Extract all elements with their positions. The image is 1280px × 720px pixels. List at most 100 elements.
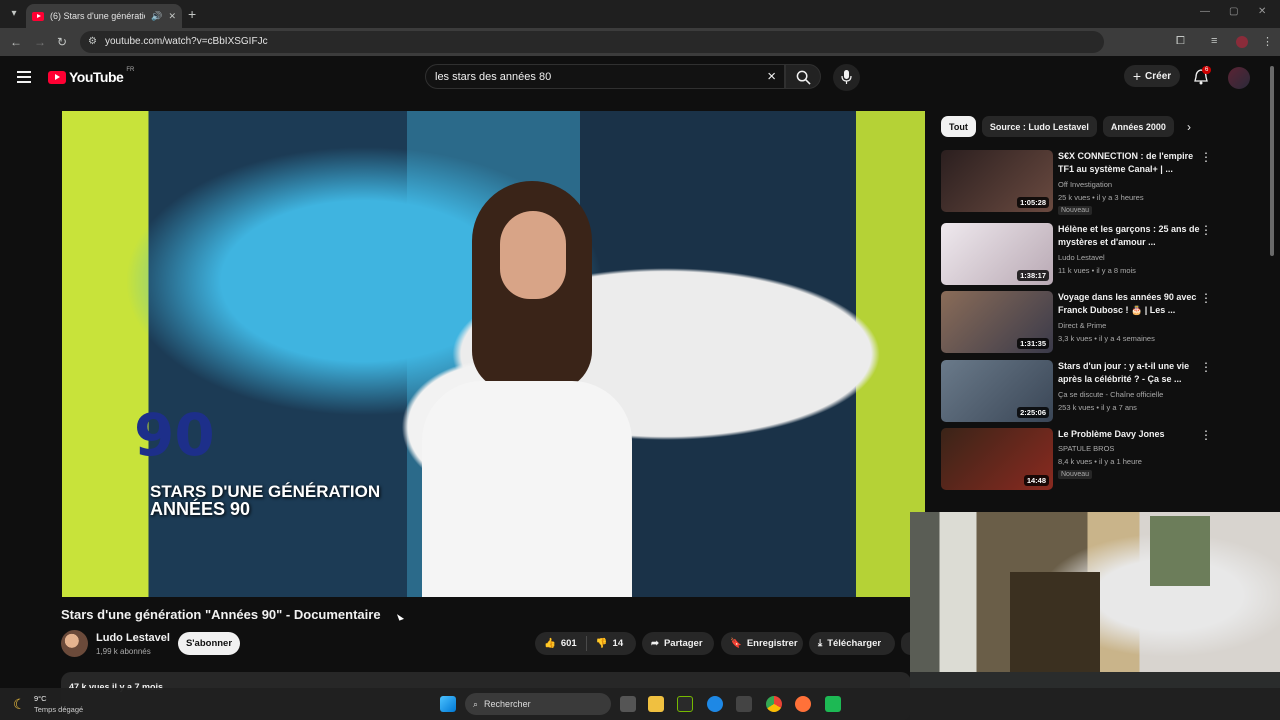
recommendation-meta: 11 k vues • il y a 8 mois xyxy=(1058,266,1136,275)
recommendation-meta: 253 k vues • il y a 7 ans xyxy=(1058,403,1137,412)
recommendation-channel[interactable]: Direct & Prime xyxy=(1058,321,1106,330)
chrome-icon[interactable] xyxy=(766,696,782,712)
site-info-icon[interactable]: ⚙ xyxy=(88,36,97,47)
page-scrollbar[interactable] xyxy=(1270,66,1274,256)
recommendation-channel[interactable]: Off Investigation xyxy=(1058,180,1112,189)
chip-source[interactable]: Source : Ludo Lestavel xyxy=(981,116,1097,137)
recommendation-item[interactable]: 1:38:17 Hélène et les garçons : 25 ans d… xyxy=(941,223,1212,285)
voice-search-button[interactable] xyxy=(833,64,860,91)
minimize-icon[interactable]: — xyxy=(1200,6,1210,17)
recommendation-item[interactable]: 1:31:35 Voyage dans les années 90 avec F… xyxy=(941,291,1212,353)
recommendation-title[interactable]: Hélène et les garçons : 25 ans de mystèr… xyxy=(1058,223,1208,249)
store-icon[interactable] xyxy=(736,696,752,712)
recommendation-item[interactable]: 2:25:06 Stars d'un jour : y a-t-il une v… xyxy=(941,360,1212,422)
speaker-icon[interactable]: 🔊 xyxy=(151,11,162,22)
file-explorer-icon[interactable] xyxy=(648,696,664,712)
video-thumbnail[interactable]: 1:38:17 xyxy=(941,223,1053,285)
video-player[interactable]: 90 STARS D'UNE GÉNÉRATION ANNÉES 90 xyxy=(62,111,925,597)
recommendation-channel[interactable]: SPATULE BROS xyxy=(1058,444,1114,453)
channel-avatar[interactable] xyxy=(61,630,88,657)
new-badge: Nouveau xyxy=(1058,206,1093,215)
create-button[interactable]: + Créer xyxy=(1124,65,1180,87)
new-tab-icon[interactable]: + xyxy=(188,6,196,22)
weather-description[interactable]: Temps dégagé xyxy=(34,705,83,714)
share-arrow-icon: ➦ xyxy=(651,638,659,649)
subscribe-button[interactable]: S'abonner xyxy=(178,632,240,655)
chevron-right-icon[interactable]: › xyxy=(1187,120,1191,134)
firefox-icon[interactable] xyxy=(795,696,811,712)
chip-2000s[interactable]: Années 2000 xyxy=(1102,116,1174,137)
save-label: Enregistrer xyxy=(746,638,798,649)
taskbar-search[interactable]: ⌕ Rechercher xyxy=(465,693,611,715)
video-thumbnail[interactable]: 14:48 xyxy=(941,428,1053,490)
more-options-icon[interactable]: ⋮ xyxy=(1200,223,1212,237)
forward-arrow-icon[interactable]: → xyxy=(34,35,46,49)
omnibox[interactable]: ⚙ youtube.com/watch?v=cBbIXSGIFJc xyxy=(80,31,1104,53)
app-icon[interactable] xyxy=(825,696,841,712)
search-input[interactable]: les stars des années 80 × xyxy=(425,64,785,89)
windows-start-icon[interactable] xyxy=(440,696,456,712)
reading-list-icon[interactable]: ≡ xyxy=(1211,35,1217,47)
moon-weather-icon[interactable]: ☾ xyxy=(13,696,26,713)
mouse-cursor xyxy=(396,612,405,621)
url-text[interactable]: youtube.com/watch?v=cBbIXSGIFJc xyxy=(105,36,268,47)
more-options-icon[interactable]: ⋮ xyxy=(1200,428,1212,442)
video-thumbnail[interactable]: 2:25:06 xyxy=(941,360,1053,422)
youtube-logo[interactable]: YouTube FR xyxy=(48,67,135,85)
recommendation-title[interactable]: S€X CONNECTION : de l'empire TF1 au syst… xyxy=(1058,150,1208,176)
region-code: FR xyxy=(126,67,135,73)
edge-icon[interactable] xyxy=(707,696,723,712)
duration-badge: 1:31:35 xyxy=(1017,338,1049,349)
recommendation-channel[interactable]: Ludo Lestavel xyxy=(1058,253,1105,262)
search-button[interactable] xyxy=(785,64,821,89)
tab-list-chevron-icon[interactable]: ▾ xyxy=(6,6,22,22)
close-tab-icon[interactable]: ✕ xyxy=(168,11,176,22)
extensions-icon[interactable]: ⧠ xyxy=(1176,35,1185,48)
more-options-icon[interactable]: ⋮ xyxy=(1200,291,1212,305)
new-badge: Nouveau xyxy=(1058,470,1093,479)
share-label: Partager xyxy=(663,638,703,649)
chip-all[interactable]: Tout xyxy=(941,116,976,137)
save-button[interactable]: 🔖 Enregistrer xyxy=(721,632,803,655)
task-view-icon[interactable] xyxy=(620,696,636,712)
browser-tab[interactable]: (6) Stars d'une génération " 🔊 ✕ xyxy=(26,4,182,28)
temperature[interactable]: 9°C xyxy=(34,694,47,703)
channel-name[interactable]: Ludo Lestavel xyxy=(96,632,170,644)
search-icon xyxy=(796,70,811,85)
search-query[interactable]: les stars des années 80 xyxy=(435,71,551,83)
recommendation-title[interactable]: Stars d'un jour : y a-t-il une vie après… xyxy=(1058,360,1208,386)
browser-menu-icon[interactable]: ⋮ xyxy=(1262,35,1273,48)
recommendation-title[interactable]: Voyage dans les années 90 avec Franck Du… xyxy=(1058,291,1208,317)
clear-search-icon[interactable]: × xyxy=(767,68,776,85)
recommendation-channel[interactable]: Ça se discute - Chaîne officielle xyxy=(1058,390,1163,399)
recommendation-meta: 25 k vues • il y a 3 heures xyxy=(1058,193,1144,202)
back-arrow-icon[interactable]: ← xyxy=(10,35,22,49)
more-options-icon[interactable]: ⋮ xyxy=(1200,150,1212,164)
video-thumbnail[interactable]: 1:05:28 xyxy=(941,150,1053,212)
recommendation-item[interactable]: 14:48 Le Problème Davy Jones SPATULE BRO… xyxy=(941,428,1212,490)
share-button[interactable]: ➦ Partager xyxy=(642,632,714,655)
video-thumbnail[interactable]: 1:31:35 xyxy=(941,291,1053,353)
maximize-icon[interactable]: ▢ xyxy=(1229,6,1238,17)
subscriber-count: 1,99 k abonnés xyxy=(96,647,151,656)
dislike-button[interactable]: 👎 14 xyxy=(587,638,632,649)
plus-icon: + xyxy=(1132,68,1142,84)
like-button[interactable]: 👍 601 xyxy=(535,638,586,649)
video-overlay-title: STARS D'UNE GÉNÉRATION ANNÉES 90 xyxy=(150,483,380,518)
notification-badge: 6 xyxy=(1202,66,1212,74)
address-bar-row: ← → ↻ ⚙ youtube.com/watch?v=cBbIXSGIFJc … xyxy=(0,28,1280,75)
menu-hamburger-icon[interactable] xyxy=(17,71,31,86)
nvidia-icon[interactable] xyxy=(677,696,693,712)
recommendation-title[interactable]: Le Problème Davy Jones xyxy=(1058,428,1208,441)
account-avatar[interactable] xyxy=(1228,67,1250,89)
recommendation-meta: 3,3 k vues • il y a 4 semaines xyxy=(1058,334,1155,343)
reload-icon[interactable]: ↻ xyxy=(57,35,67,49)
download-button[interactable]: ⤓ Télécharger xyxy=(809,632,895,655)
video-frame-subject xyxy=(422,181,632,597)
more-options-icon[interactable]: ⋮ xyxy=(1200,360,1212,374)
profile-icon[interactable] xyxy=(1236,36,1248,48)
recommendation-item[interactable]: 1:05:28 S€X CONNECTION : de l'empire TF1… xyxy=(941,150,1212,215)
overlay-line-2: ANNÉES 90 xyxy=(150,499,251,519)
duration-badge: 2:25:06 xyxy=(1017,407,1049,418)
close-window-icon[interactable]: ✕ xyxy=(1258,6,1266,17)
